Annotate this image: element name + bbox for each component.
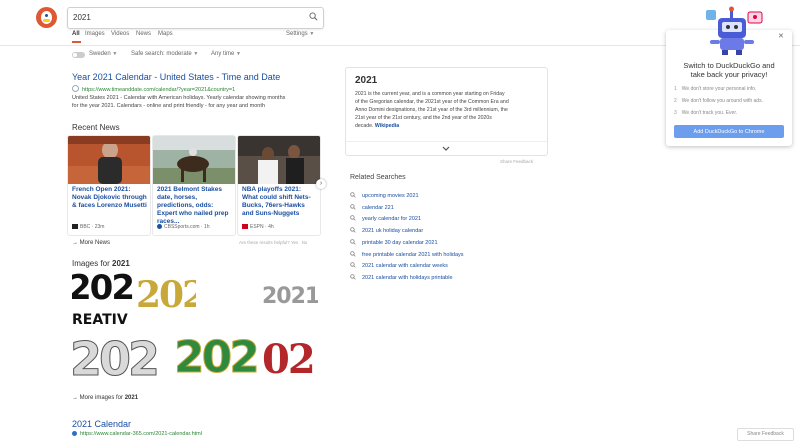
news-card[interactable]: 2021 Belmont Stakes date, horses, predic… [152,135,236,236]
region-toggle[interactable] [72,52,85,58]
image-result[interactable]: 2021 [262,272,318,330]
search-box[interactable] [67,7,324,29]
news-image-tennis [68,136,150,184]
image-result[interactable]: 202 REATIV [72,272,136,330]
chevron-down-icon: ▼ [309,31,315,37]
related-searches-heading: Related Searches [350,174,406,181]
cbssports-logo-icon [157,224,162,229]
news-next-arrow-icon[interactable]: › [316,179,326,189]
chevron-down-icon: ▼ [193,51,199,57]
arrow-right-icon: → [72,240,80,246]
knowledge-text: 2021 is the current year, and is a commo… [355,91,509,129]
result-url[interactable]: https://www.calendar-365.com/2021-calend… [72,431,202,437]
search-icon [350,274,356,280]
chevron-down-icon: ▼ [236,51,241,57]
tab-maps[interactable]: Maps [158,31,173,37]
image-result[interactable]: 202 [72,332,164,390]
share-feedback-button[interactable]: Share Feedback [737,428,794,441]
close-icon[interactable]: ✕ [778,32,784,40]
search-icon [350,239,356,245]
espn-logo-icon [242,224,248,229]
chevron-down-icon: ▼ [112,51,118,57]
expand-panel-button[interactable] [346,141,547,156]
knowledge-panel: 2021 2021 is the current year, and is a … [345,67,548,156]
search-icon [350,227,356,233]
promo-title: Switch to DuckDuckGo and take back your … [683,61,775,79]
active-tab-indicator [72,41,81,43]
more-images-link[interactable]: → More images for 2021 [72,395,138,401]
duckduckgo-logo-icon[interactable] [36,7,57,28]
related-search-item[interactable]: upcoming movies 2021 [350,192,419,199]
result-title[interactable]: 2021 Calendar [72,419,131,429]
news-card[interactable]: NBA playoffs 2021: What could shift Nets… [237,135,321,236]
tab-all[interactable]: All [72,31,80,37]
bbc-logo-icon [72,224,78,229]
related-search-item[interactable]: yearly calendar for 2021 [350,215,421,222]
feedback-yes[interactable]: Yes [291,240,298,245]
settings-menu[interactable]: Settings ▼ [286,31,314,37]
promo-point: 3 We don't track you. Ever. [674,110,738,116]
favicon-icon [72,431,77,436]
robot-mascot-icon [706,6,763,55]
share-feedback-link[interactable]: Share Feedback [500,159,533,164]
related-search-item[interactable]: free printable calendar 2021 with holida… [350,251,464,258]
image-result[interactable]: 02 [262,332,318,390]
news-image-horse [153,136,235,184]
image-result[interactable]: 202 [176,332,258,390]
chevron-down-icon [442,146,450,151]
image-result[interactable]: 202 [138,272,196,330]
images-heading: Images for 2021 [72,259,130,268]
time-filter[interactable]: Any time ▼ [211,51,241,57]
related-search-item[interactable]: 2021 calendar with holidays printable [350,274,453,281]
search-icon [350,215,356,221]
search-icon[interactable] [309,12,318,21]
more-news-link[interactable]: → More News [72,240,110,246]
search-icon [350,192,356,198]
tab-news[interactable]: News [136,31,151,37]
region-filter[interactable]: Sweden ▼ [89,51,117,57]
promo-point: 2 We don't follow you around with ads. [674,98,763,104]
result-title[interactable]: Year 2021 Calendar - United States - Tim… [72,72,280,82]
result-url[interactable]: https://www.timeanddate.com/calendar/?ye… [72,85,235,93]
promo-point: 1 We don't store your personal info. [674,86,757,92]
related-search-item[interactable]: 2021 calendar with calendar weeks [350,262,448,269]
news-image-basketball [238,136,320,184]
add-to-chrome-button[interactable]: Add DuckDuckGo to Chrome [674,125,784,138]
feedback-no[interactable]: No [302,240,308,245]
search-icon [350,204,356,210]
related-search-item[interactable]: printable 30 day calendar 2021 [350,239,438,246]
result-snippet: United States 2021 - Calendar with Ameri… [72,95,286,109]
tab-images[interactable]: Images [85,31,105,37]
search-icon [350,262,356,268]
feedback-prompt: Are these results helpful? Yes No [239,240,308,245]
knowledge-title: 2021 [355,75,378,86]
safe-search-filter[interactable]: Safe search: moderate ▼ [131,51,198,57]
wikipedia-link[interactable]: Wikipedia [375,123,399,129]
related-search-item[interactable]: 2021 uk holiday calendar [350,227,423,234]
favicon-icon [72,85,79,92]
search-icon [350,251,356,257]
arrow-right-icon: → [72,395,80,401]
news-heading: Recent News [72,123,120,132]
tab-videos[interactable]: Videos [111,31,129,37]
related-search-item[interactable]: calendar 221 [350,204,394,211]
news-card[interactable]: French Open 2021: Novak Djokovic through… [67,135,151,236]
search-input[interactable] [73,10,298,24]
